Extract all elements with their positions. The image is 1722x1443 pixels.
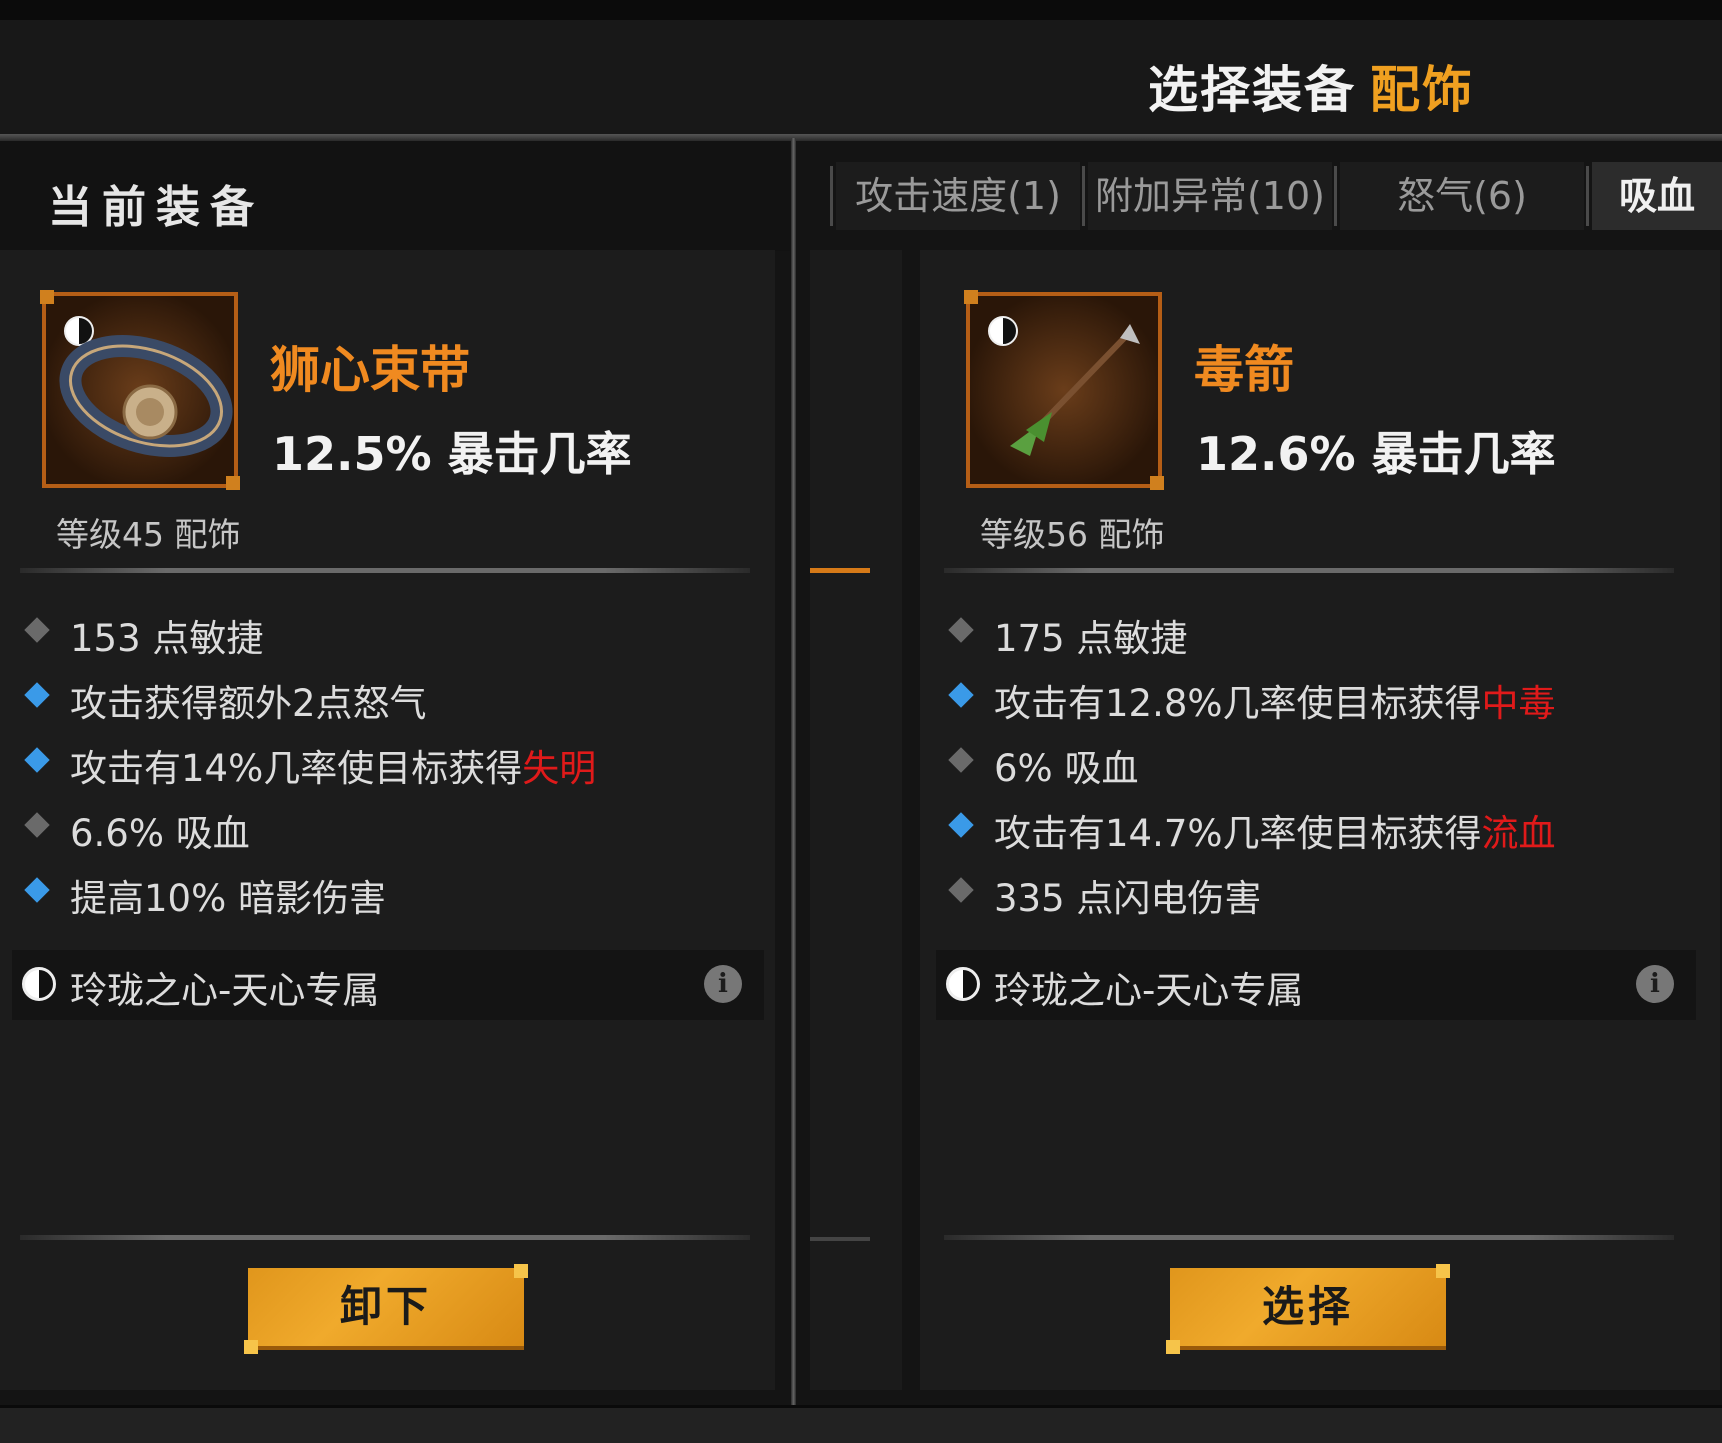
stat-text: 攻击获得额外2点怒气 [70, 682, 427, 725]
page-title: 选择装备 配饰 [1148, 50, 1474, 122]
info-icon[interactable]: i [704, 965, 742, 1003]
item-divider [944, 568, 1674, 573]
stat-text: 攻击有12.8%几率使目标获得 [994, 682, 1482, 725]
set-bonus-row[interactable]: 玲珑之心-天心专属 i [936, 950, 1696, 1020]
tab-rage[interactable]: 怒气(6) [1340, 162, 1584, 230]
button-corner [244, 1340, 258, 1354]
item-icon-frame[interactable] [40, 290, 240, 490]
stat-text: 提高10% 暗影伤害 [70, 877, 386, 920]
tab-lifesteal[interactable]: 吸血 [1592, 162, 1722, 230]
selected-item-panel: 毒箭 12.6% 暴击几率 等级56 配饰 175 点敏捷 攻击有12.8%几率… [920, 250, 1720, 1390]
arrow-icon [1010, 324, 1140, 456]
list-edge-accent [810, 568, 870, 573]
tab-extra-status[interactable]: 附加异常(10) [1088, 162, 1332, 230]
footer-divider [944, 1235, 1674, 1240]
stat-text: 攻击有14.7%几率使目标获得 [994, 812, 1482, 855]
item-main-stat: 12.6% 暴击几率 [1196, 427, 1556, 481]
item-level: 等级45 配饰 [56, 515, 241, 554]
item-icon-frame[interactable] [964, 290, 1164, 490]
yin-yang-icon [22, 967, 56, 1001]
belt-icon [59, 335, 233, 457]
tab-divider [1334, 166, 1337, 226]
tab-divider [1082, 166, 1085, 226]
stat-text: 6% 吸血 [994, 747, 1139, 790]
select-button[interactable]: 选择 [1166, 1264, 1450, 1354]
item-divider [20, 568, 750, 573]
footer-divider [20, 1235, 750, 1240]
current-item-panel: 狮心束带 12.5% 暴击几率 等级45 配饰 153 点敏捷 攻击获得额外2点… [0, 250, 775, 1390]
current-equipment-title: 当前装备 [48, 182, 264, 233]
tab-attack-speed[interactable]: 攻击速度(1) [836, 162, 1080, 230]
stat-text: 153 点敏捷 [70, 617, 264, 660]
stat-text: 6.6% 吸血 [70, 812, 250, 855]
page-title-text: 选择装备 [1148, 61, 1356, 119]
info-icon[interactable]: i [1636, 965, 1674, 1003]
button-corner [1436, 1264, 1450, 1278]
set-name: 玲珑之心-天心专属 [70, 969, 380, 1012]
top-strip [0, 0, 1722, 20]
status-effect: 中毒 [1481, 682, 1556, 725]
unequip-button-label: 卸下 [339, 1282, 432, 1331]
stat-text: 335 点闪电伤害 [994, 877, 1262, 920]
yin-yang-icon [946, 967, 980, 1001]
stat-text: 攻击有14%几率使目标获得 [70, 747, 523, 790]
status-effect: 失明 [522, 747, 597, 790]
list-edge-divider [810, 1237, 870, 1241]
set-bonus-row[interactable]: 玲珑之心-天心专属 i [12, 950, 764, 1020]
item-name: 狮心束带 [270, 341, 470, 399]
page-title-category: 配饰 [1370, 61, 1474, 119]
set-name: 玲珑之心-天心专属 [994, 969, 1304, 1012]
unequip-button[interactable]: 卸下 [244, 1264, 528, 1354]
list-scroll-edge [810, 250, 902, 1390]
select-button-label: 选择 [1261, 1282, 1354, 1331]
button-corner [514, 1264, 528, 1278]
header-divider [0, 134, 1722, 141]
item-main-stat: 12.5% 暴击几率 [272, 427, 632, 481]
current-equipment-header: 当前装备 [0, 141, 790, 251]
status-effect: 流血 [1481, 812, 1556, 855]
item-level: 等级56 配饰 [980, 515, 1165, 554]
bottom-strip [0, 1405, 1722, 1443]
tab-divider [830, 166, 833, 226]
tab-divider [1586, 166, 1589, 226]
item-name: 毒箭 [1194, 341, 1294, 399]
filter-tabs: 攻击速度(1) 附加异常(10) 怒气(6) 吸血 [800, 162, 1722, 232]
panel-separator [791, 138, 796, 1408]
stat-text: 175 点敏捷 [994, 617, 1188, 660]
header-bar: 选择装备 配饰 [0, 20, 1722, 138]
button-corner [1166, 1340, 1180, 1354]
